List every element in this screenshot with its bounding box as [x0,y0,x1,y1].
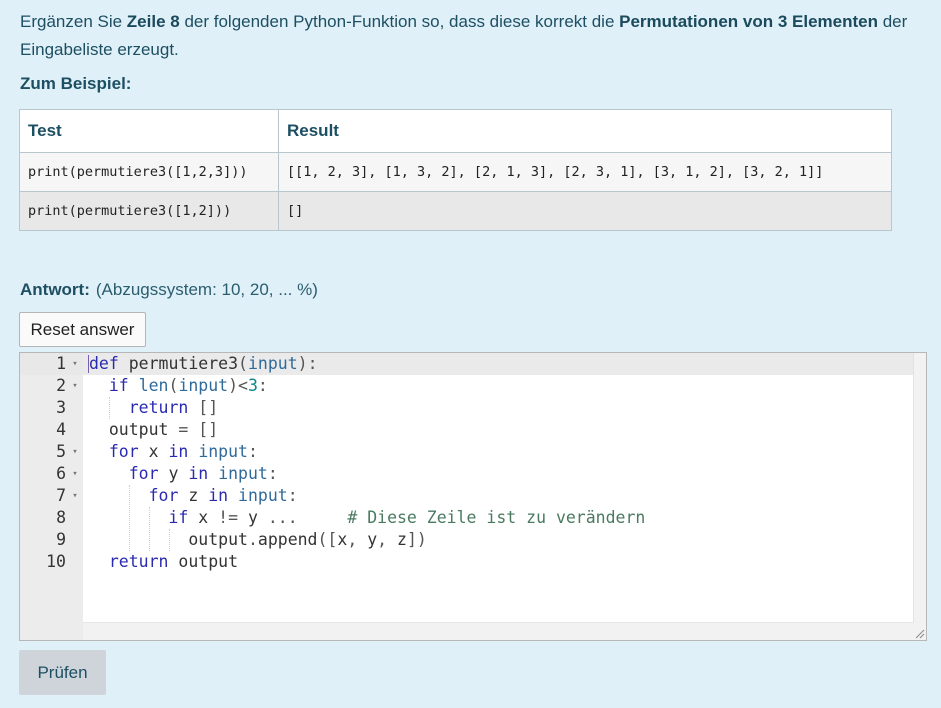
code-text[interactable]: if x != y ... # Diese Zeile ist zu verän… [89,507,645,529]
code-line[interactable]: 6 ▾ for y in input: [20,463,926,485]
table-row: print(permutiere3([1,2])) [] [19,191,892,231]
result-cell: [[1, 2, 3], [1, 3, 2], [2, 1, 3], [2, 3,… [278,152,892,192]
code-text[interactable]: return output [89,551,238,573]
test-cell: print(permutiere3([1,2,3])) [19,152,279,192]
code-editor[interactable]: 1 ▾ def permutiere3(input): 2 ▾ if len(input… [19,352,927,641]
code-text[interactable]: for x in input: [89,441,258,463]
code-line[interactable]: 2 ▾ if len(input)<3: [20,375,926,397]
result-cell: [] [278,191,892,231]
line-number: 8 [56,508,66,527]
code-text[interactable]: if len(input)<3: [89,375,268,397]
penalty-system: (Abzugssystem: 10, 20, ... %) [95,280,318,299]
question-text-part: Ergänzen Sie [20,12,127,31]
line-number: 7 [56,486,66,505]
header-test: Test [19,109,279,153]
horizontal-scrollbar[interactable] [83,622,914,640]
question-emphasis-line: Zeile 8 [126,12,180,31]
line-number: 9 [56,530,66,549]
indent-guide [169,529,170,551]
table-header-row: Test Result [19,109,892,153]
header-result: Result [278,109,892,153]
code-text[interactable]: for y in input: [89,463,278,485]
fold-arrow-icon[interactable]: ▾ [70,485,80,507]
test-cell: print(permutiere3([1,2])) [19,191,279,231]
question-emphasis-permutations: Permutationen von 3 Elementen [619,12,878,31]
line-number: 3 [56,398,66,417]
table-row: print(permutiere3([1,2,3])) [[1, 2, 3], … [19,152,892,192]
line-number: 6 [56,464,66,483]
reset-answer-button[interactable]: Reset answer [19,312,146,347]
question-text-part: der folgenden Python-Funktion so, dass d… [179,12,620,31]
code-line[interactable]: 5 ▾ for x in input: [20,441,926,463]
code-line[interactable]: 9 output.append([x, y, z]) [20,529,926,551]
code-line[interactable]: 7 ▾ for z in input: [20,485,926,507]
examples-table: Test Result print(permutiere3([1,2,3])) … [19,109,892,231]
fold-arrow-icon[interactable]: ▾ [70,375,80,397]
indent-guide [129,485,130,551]
fold-arrow-icon[interactable]: ▾ [70,441,80,463]
code-line[interactable]: 3 return [] [20,397,926,419]
line-number: 5 [56,442,66,461]
resize-handle-icon[interactable] [914,628,925,639]
indent-guide [109,397,110,419]
check-button[interactable]: Prüfen [19,650,106,695]
fold-arrow-icon[interactable]: ▾ [70,463,80,485]
text-cursor [88,355,89,373]
fold-arrow-icon[interactable]: ▾ [70,353,80,375]
code-line[interactable]: 4 output = [] [20,419,926,441]
answer-title: Antwort: [20,280,90,299]
question-text: Ergänzen Sie Zeile 8 der folgenden Pytho… [20,8,920,64]
code-text[interactable]: def permutiere3(input): [89,353,318,375]
indent-guide [149,507,150,551]
code-text[interactable]: output.append([x, y, z]) [89,529,426,551]
example-heading: Zum Beispiel: [20,74,132,93]
line-number: 10 [46,552,66,571]
line-number: 2 [56,376,66,395]
code-line[interactable]: 1 ▾ def permutiere3(input): [20,353,926,375]
code-text[interactable]: output = [] [89,419,218,441]
code-text[interactable]: for z in input: [89,485,298,507]
answer-label: Antwort: (Abzugssystem: 10, 20, ... %) [20,280,318,300]
line-number: 1 [56,354,66,373]
code-line[interactable]: 8 if x != y ... # Diese Zeile ist zu ver… [20,507,926,529]
line-number: 4 [56,420,66,439]
code-line[interactable]: 10 return output [20,551,926,573]
vertical-scrollbar[interactable] [913,353,926,640]
